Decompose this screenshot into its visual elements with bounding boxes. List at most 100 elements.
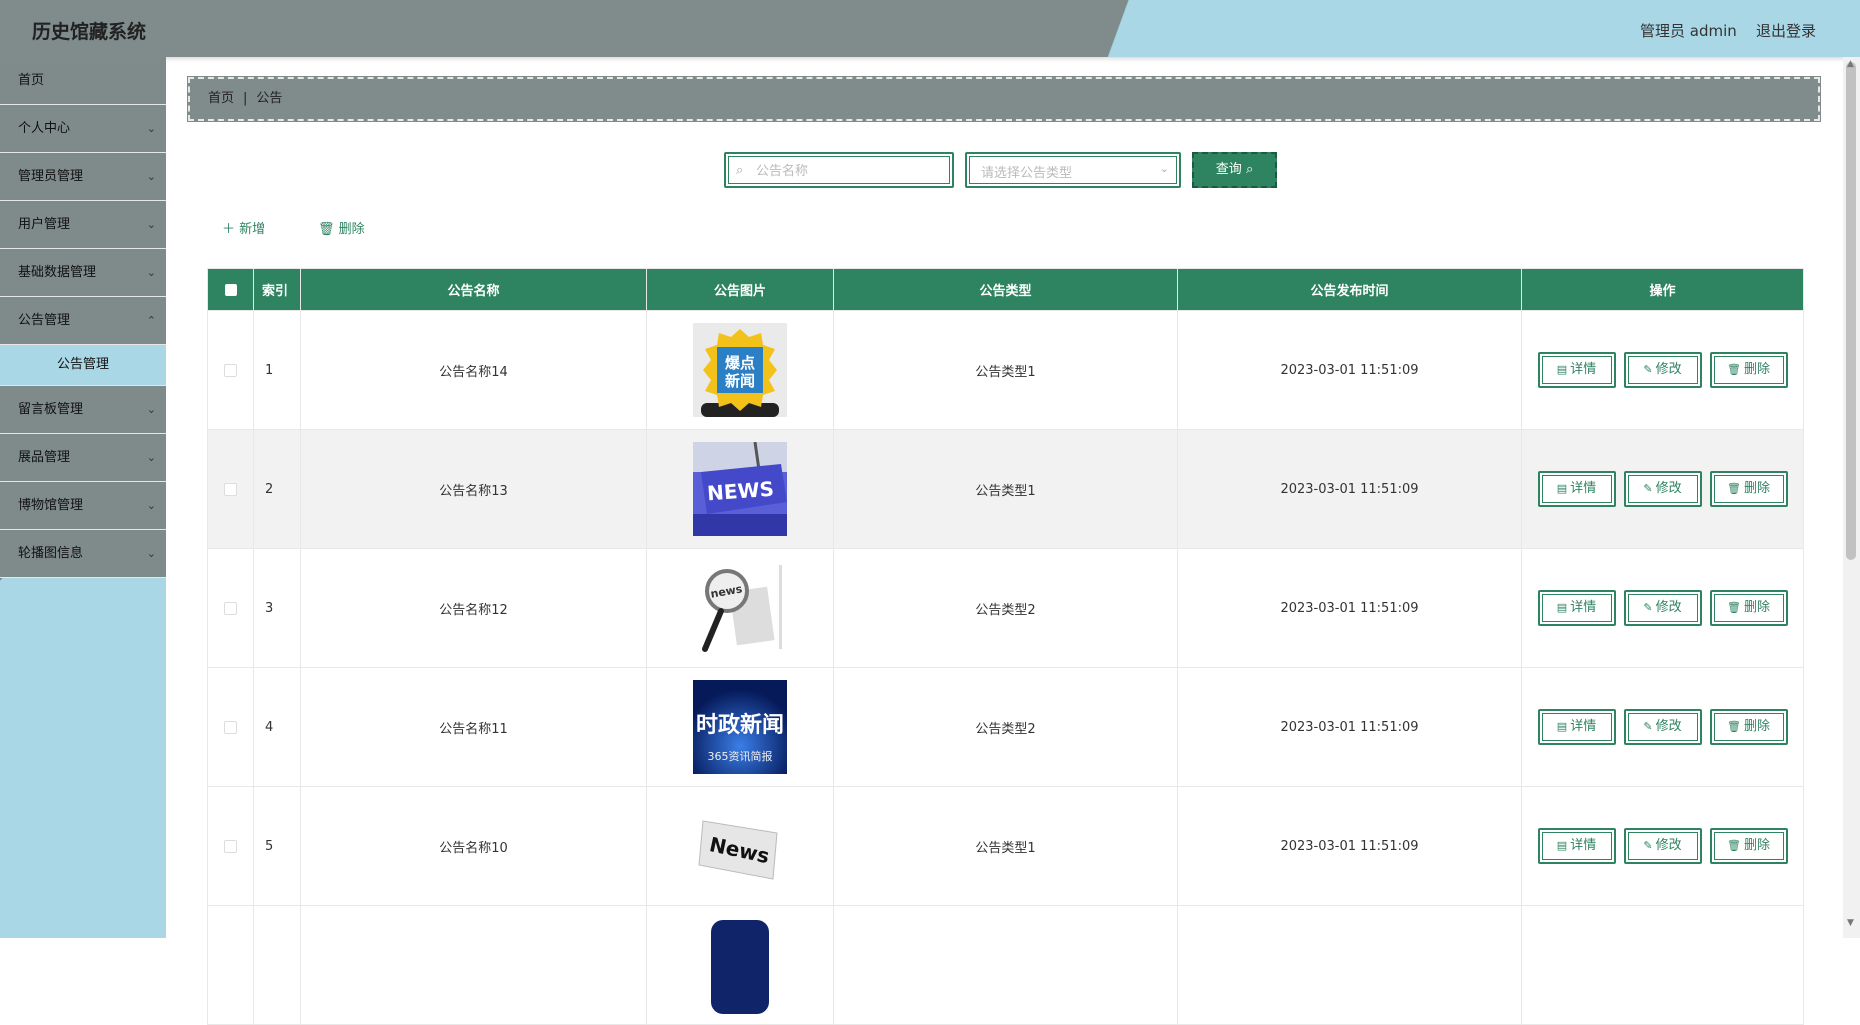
detail-button[interactable]: ▤ 详情 (1537, 828, 1616, 864)
delete-button[interactable]: 🗑 删除 (1709, 828, 1788, 864)
edit-button[interactable]: ✎ 修改 (1623, 352, 1702, 388)
trash-icon: 🗑 (318, 222, 335, 237)
notice-name-input[interactable] (754, 160, 948, 182)
notice-time: 2023-03-01 11:51:09 (1177, 548, 1522, 668)
sidebar-item-exhibits[interactable]: 展品管理 ⌄ (0, 434, 166, 482)
detail-button[interactable]: ▤ 详情 (1537, 590, 1616, 626)
sidebar-item-home[interactable]: 首页 (0, 57, 166, 105)
notice-type: 公告类型2 (833, 667, 1178, 787)
plus-icon: ＋ (222, 222, 236, 237)
document-icon: ▤ (1556, 601, 1568, 614)
document-icon: ▤ (1556, 839, 1568, 852)
row-checkbox[interactable] (224, 720, 237, 734)
detail-button[interactable]: ▤ 详情 (1537, 471, 1616, 507)
delete-label: 删除 (1743, 719, 1770, 734)
sidebar-item-users[interactable]: 用户管理 ⌄ (0, 201, 166, 249)
sidebar-item-base-data[interactable]: 基础数据管理 ⌄ (0, 249, 166, 297)
edit-label: 修改 (1655, 362, 1682, 377)
row-ops: ▤ 详情 ✎ 修改 🗑 删除 (1521, 786, 1804, 906)
delete-button[interactable]: 🗑 删除 (1709, 352, 1788, 388)
notice-time: 2023-03-01 11:51:09 (1177, 310, 1522, 430)
scroll-down-icon[interactable]: ▼ (1847, 918, 1854, 928)
table-row: 4 公告名称11 时政新闻 365资讯简报 公告类型2 2023-03-01 1… (207, 667, 1804, 787)
notice-time: 2023-03-01 11:51:09 (1177, 429, 1522, 549)
pencil-icon: ✎ (1643, 482, 1653, 495)
trash-icon: 🗑 (1727, 720, 1741, 733)
sidebar-item-notices[interactable]: 公告管理 ⌃ (0, 297, 166, 345)
chevron-up-icon: ⌃ (146, 314, 156, 327)
edit-label: 修改 (1655, 481, 1682, 496)
edit-button[interactable]: ✎ 修改 (1623, 471, 1702, 507)
notice-type (833, 905, 1178, 1025)
row-select-cell (207, 429, 254, 549)
edit-button[interactable]: ✎ 修改 (1623, 828, 1702, 864)
edit-button[interactable]: ✎ 修改 (1623, 709, 1702, 745)
select-all-checkbox[interactable] (224, 283, 237, 296)
sidebar-item-messages[interactable]: 留言板管理 ⌄ (0, 386, 166, 434)
sidebar-item-label: 个人中心 (18, 121, 71, 136)
sidebar-item-admins[interactable]: 管理员管理 ⌄ (0, 153, 166, 201)
breadcrumb-separator: | (243, 91, 248, 106)
document-icon: ▤ (1556, 720, 1568, 733)
delete-label: 删除 (1743, 481, 1770, 496)
row-checkbox[interactable] (224, 482, 237, 496)
notice-image-newspaper-news: News (693, 799, 787, 893)
sidebar-subitem-notice-management[interactable]: 公告管理 (0, 345, 166, 386)
table-row: 5 公告名称10 News 公告类型1 2023-03-01 11:51:09 … (207, 786, 1804, 906)
notice-type-select[interactable]: 请选择公告类型 ⌄ (965, 152, 1181, 188)
sidebar-item-carousel[interactable]: 轮播图信息 ⌄ (0, 530, 166, 578)
chevron-down-icon: ⌄ (146, 218, 156, 231)
detail-label: 详情 (1570, 838, 1597, 853)
batch-delete-label: 删除 (338, 222, 365, 237)
query-button[interactable]: 查询 ⌕ (1192, 152, 1277, 188)
sidebar-item-museums[interactable]: 博物馆管理 ⌄ (0, 482, 166, 530)
document-icon: ▤ (1556, 363, 1568, 376)
sidebar-item-label: 管理员管理 (18, 169, 84, 184)
detail-label: 详情 (1570, 600, 1597, 615)
row-ops: ▤ 详情 ✎ 修改 🗑 删除 (1521, 667, 1804, 787)
row-checkbox[interactable] (224, 601, 237, 615)
delete-label: 删除 (1743, 600, 1770, 615)
detail-button[interactable]: ▤ 详情 (1537, 709, 1616, 745)
scrollbar-thumb[interactable] (1846, 62, 1856, 560)
row-index: 3 (253, 548, 301, 668)
detail-label: 详情 (1570, 362, 1597, 377)
breadcrumb-home[interactable]: 首页 (208, 91, 234, 106)
table-header-row: 索引 公告名称 公告图片 公告类型 公告发布时间 操作 (207, 268, 1804, 311)
row-ops: ▤ 详情 ✎ 修改 🗑 删除 (1521, 429, 1804, 549)
notice-name (300, 905, 647, 1025)
select-all-header[interactable] (207, 268, 254, 311)
sidebar-item-profile[interactable]: 个人中心 ⌄ (0, 105, 166, 153)
document-icon: ▤ (1556, 482, 1568, 495)
delete-button[interactable]: 🗑 删除 (1709, 471, 1788, 507)
scroll-up-icon[interactable]: ▲ (1847, 59, 1854, 69)
row-index: 1 (253, 310, 301, 430)
notice-time: 2023-03-01 11:51:09 (1177, 786, 1522, 906)
row-ops (1521, 905, 1804, 1025)
row-checkbox[interactable] (224, 839, 237, 853)
trash-icon: 🗑 (1727, 601, 1741, 614)
chevron-down-icon: ⌄ (146, 266, 156, 279)
notice-image-magnifier-news: news (693, 561, 787, 655)
column-header-type: 公告类型 (833, 268, 1178, 311)
edit-button[interactable]: ✎ 修改 (1623, 590, 1702, 626)
column-header-name: 公告名称 (300, 268, 647, 311)
row-checkbox[interactable] (224, 363, 237, 377)
notice-image-cell: news (646, 548, 834, 668)
batch-delete-button[interactable]: 🗑 删除 (318, 218, 365, 237)
detail-label: 详情 (1570, 481, 1597, 496)
delete-button[interactable]: 🗑 删除 (1709, 709, 1788, 745)
notice-name: 公告名称10 (300, 786, 647, 906)
row-ops: ▤ 详情 ✎ 修改 🗑 删除 (1521, 310, 1804, 430)
thumb-text: 爆点 (725, 354, 755, 372)
delete-label: 删除 (1743, 838, 1770, 853)
detail-button[interactable]: ▤ 详情 (1537, 352, 1616, 388)
notice-name-search[interactable]: ⌕ (724, 152, 954, 188)
current-user: 管理员 admin (1640, 22, 1737, 40)
edit-label: 修改 (1655, 600, 1682, 615)
notice-name: 公告名称11 (300, 667, 647, 787)
delete-button[interactable]: 🗑 删除 (1709, 590, 1788, 626)
logout-link[interactable]: 退出登录 (1756, 20, 1816, 41)
add-button[interactable]: ＋ 新增 (222, 218, 265, 237)
notice-time (1177, 905, 1522, 1025)
